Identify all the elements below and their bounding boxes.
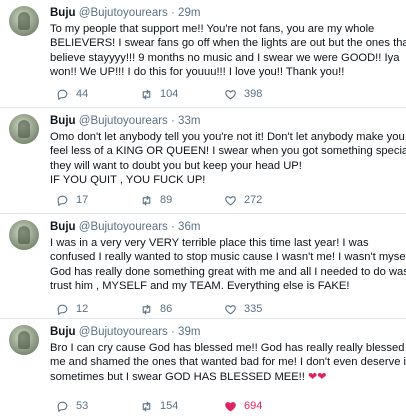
user-handle[interactable]: @Bujutoyourears xyxy=(79,7,168,19)
like-button[interactable]: 398 xyxy=(224,86,262,102)
retweet-icon xyxy=(142,401,151,411)
separator-dot: · xyxy=(171,7,175,19)
retweet-icon xyxy=(142,304,151,314)
tweet-text-line: me and shamed the ones that wanted bad f… xyxy=(50,356,406,369)
separator-dot: · xyxy=(171,326,175,338)
avatar[interactable] xyxy=(9,220,39,250)
heart-filled-icon xyxy=(225,401,236,411)
display-name[interactable]: Buju xyxy=(50,115,76,127)
reply-count: 53 xyxy=(76,400,89,412)
like-count: 398 xyxy=(244,88,263,100)
like-button[interactable]: 272 xyxy=(224,192,262,208)
tweet-text-line: God has really done something great with… xyxy=(50,265,406,278)
tweet-text-line: they will want to doubt you but keep you… xyxy=(50,159,302,172)
retweet-button[interactable]: 104 xyxy=(140,86,178,102)
tweet-text-line: believe stayyyy!!! 9 months no music and… xyxy=(50,51,400,64)
reply-icon xyxy=(57,304,68,315)
reply-button[interactable]: 12 xyxy=(56,301,88,317)
tweet-text-line: feel less of a KING OR QUEEN! I swear wh… xyxy=(50,145,406,158)
retweet-count: 154 xyxy=(160,400,179,412)
retweet-count: 89 xyxy=(160,194,173,206)
reply-icon xyxy=(57,401,68,412)
tweet-actions: 12 86 335 xyxy=(56,301,356,317)
retweet-count: 86 xyxy=(160,303,173,315)
tweet-text-line: confused I really wanted to stop music c… xyxy=(50,251,406,264)
tweet-text-line: To my people that support me!! You're no… xyxy=(50,23,375,35)
reply-button[interactable]: 53 xyxy=(56,398,88,414)
tweet-text-segment: sometimes but I swear GOD HAS BLESSED ME… xyxy=(50,370,305,383)
timestamp[interactable]: 39m xyxy=(178,326,200,338)
user-handle[interactable]: @Bujutoyourears xyxy=(79,115,168,127)
tweet-header: Buju @Bujutoyourears · 29m xyxy=(50,6,200,20)
tweet-text-line: won!! We UP!!! I do this for youuu!!! I … xyxy=(50,65,345,78)
tweet-text: I was in a very very VERY terrible place… xyxy=(50,236,406,293)
like-button[interactable]: 335 xyxy=(224,301,262,317)
reply-icon xyxy=(57,195,68,206)
tweet-text: Bro I can cry cause God has blessed me!!… xyxy=(50,341,406,384)
tweet[interactable]: Buju @Bujutoyourears · 33m Omo don't let… xyxy=(0,108,406,214)
separator-dot: · xyxy=(171,221,175,233)
tweet-actions: 53 154 694 xyxy=(56,398,356,414)
separator-dot: · xyxy=(171,115,175,127)
tweet-text-line: trust him , MYSELF and my TEAM. Everythi… xyxy=(50,279,350,292)
reply-button[interactable]: 17 xyxy=(56,192,88,208)
tweet[interactable]: Buju @Bujutoyourears · 29m To my people … xyxy=(0,0,406,108)
retweet-button[interactable]: 86 xyxy=(140,301,172,317)
display-name[interactable]: Buju xyxy=(50,326,76,338)
reply-count: 12 xyxy=(76,303,89,315)
like-count: 335 xyxy=(244,303,263,315)
retweet-button[interactable]: 154 xyxy=(140,398,178,414)
tweet[interactable]: Buju @Bujutoyourears · 39m Bro I can cry… xyxy=(0,319,406,420)
tweet-text-line: BELIEVERS! I swear fans go off when the … xyxy=(50,37,406,50)
avatar[interactable] xyxy=(9,6,39,36)
display-name[interactable]: Buju xyxy=(50,7,76,19)
tweet-text-line: I was in a very very VERY terrible place… xyxy=(50,237,369,249)
tweet-header: Buju @Bujutoyourears · 33m xyxy=(50,114,200,128)
user-handle[interactable]: @Bujutoyourears xyxy=(79,326,168,338)
tweet-feed: Buju @Bujutoyourears · 29m To my people … xyxy=(0,0,406,420)
heart-icon xyxy=(225,89,236,99)
tweet-text-line: Bro I can cry cause God has blessed me!!… xyxy=(50,342,405,354)
avatar[interactable] xyxy=(9,114,39,144)
retweet-icon xyxy=(142,89,151,99)
tweet-text: To my people that support me!! You're no… xyxy=(50,22,406,79)
red-heart-emoji: ❤❤ xyxy=(308,370,327,383)
like-count: 694 xyxy=(244,400,263,412)
like-button[interactable]: 694 xyxy=(224,398,262,414)
retweet-count: 104 xyxy=(160,88,179,100)
tweet-text: Omo don't let anybody tell you you're no… xyxy=(50,130,406,187)
reply-count: 44 xyxy=(76,88,89,100)
reply-button[interactable]: 44 xyxy=(56,86,88,102)
tweet-text-line: sometimes but I swear GOD HAS BLESSED ME… xyxy=(50,370,400,384)
retweet-button[interactable]: 89 xyxy=(140,192,172,208)
tweet[interactable]: Buju @Bujutoyourears · 36m I was in a ve… xyxy=(0,214,406,319)
retweet-icon xyxy=(142,195,151,205)
reply-icon xyxy=(57,89,68,100)
timestamp[interactable]: 29m xyxy=(178,7,200,19)
timestamp[interactable]: 33m xyxy=(178,115,200,127)
timestamp[interactable]: 36m xyxy=(178,221,200,233)
tweet-text-line: IF YOU QUIT , YOU FUCK UP! xyxy=(50,173,206,186)
avatar[interactable] xyxy=(9,325,39,355)
tweet-actions: 17 89 272 xyxy=(56,192,356,208)
tweet-header: Buju @Bujutoyourears · 39m xyxy=(50,325,200,339)
tweet-header: Buju @Bujutoyourears · 36m xyxy=(50,220,200,234)
heart-icon xyxy=(225,195,236,205)
display-name[interactable]: Buju xyxy=(50,221,76,233)
like-count: 272 xyxy=(244,194,263,206)
tweet-actions: 44 104 398 xyxy=(56,86,356,102)
heart-icon xyxy=(225,304,236,314)
reply-count: 17 xyxy=(76,194,89,206)
tweet-text-line: Omo don't let anybody tell you you're no… xyxy=(50,131,405,143)
user-handle[interactable]: @Bujutoyourears xyxy=(79,221,168,233)
